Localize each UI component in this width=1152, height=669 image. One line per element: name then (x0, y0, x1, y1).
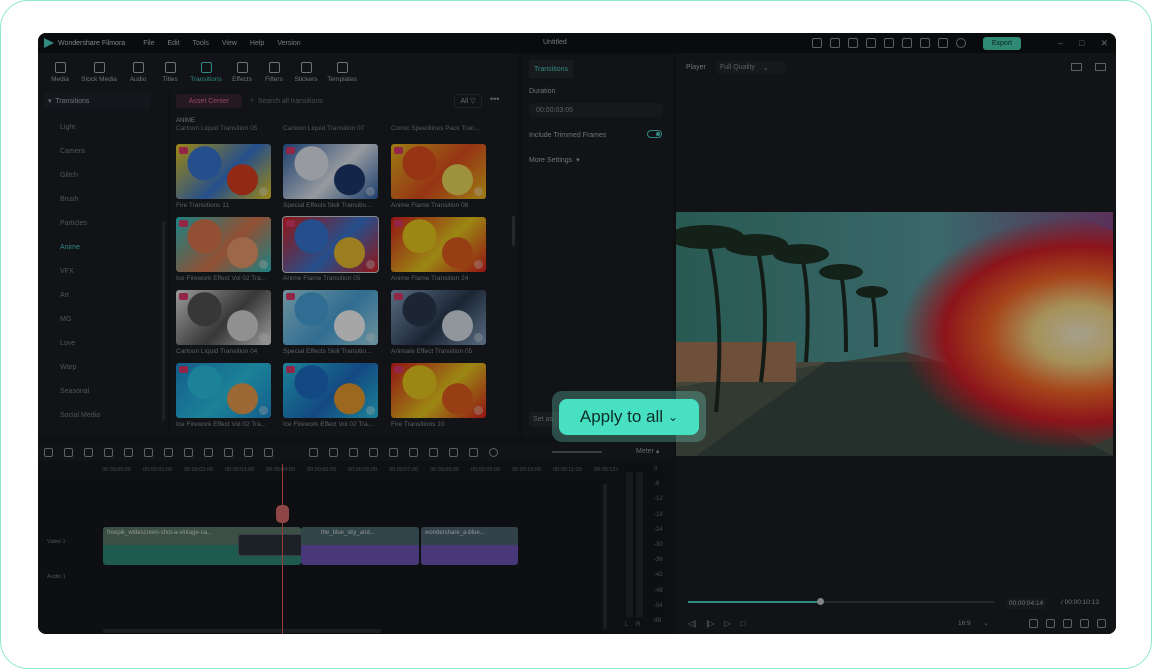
dim-overlay (38, 33, 1116, 634)
chevron-down-icon: ⌄ (668, 410, 679, 424)
apply-to-all-label: Apply to all (579, 407, 664, 426)
apply-to-all-button[interactable]: Apply to all ⌄ (559, 399, 699, 435)
filmora-window: Wondershare Filmora File Edit Tools View… (38, 33, 1116, 634)
